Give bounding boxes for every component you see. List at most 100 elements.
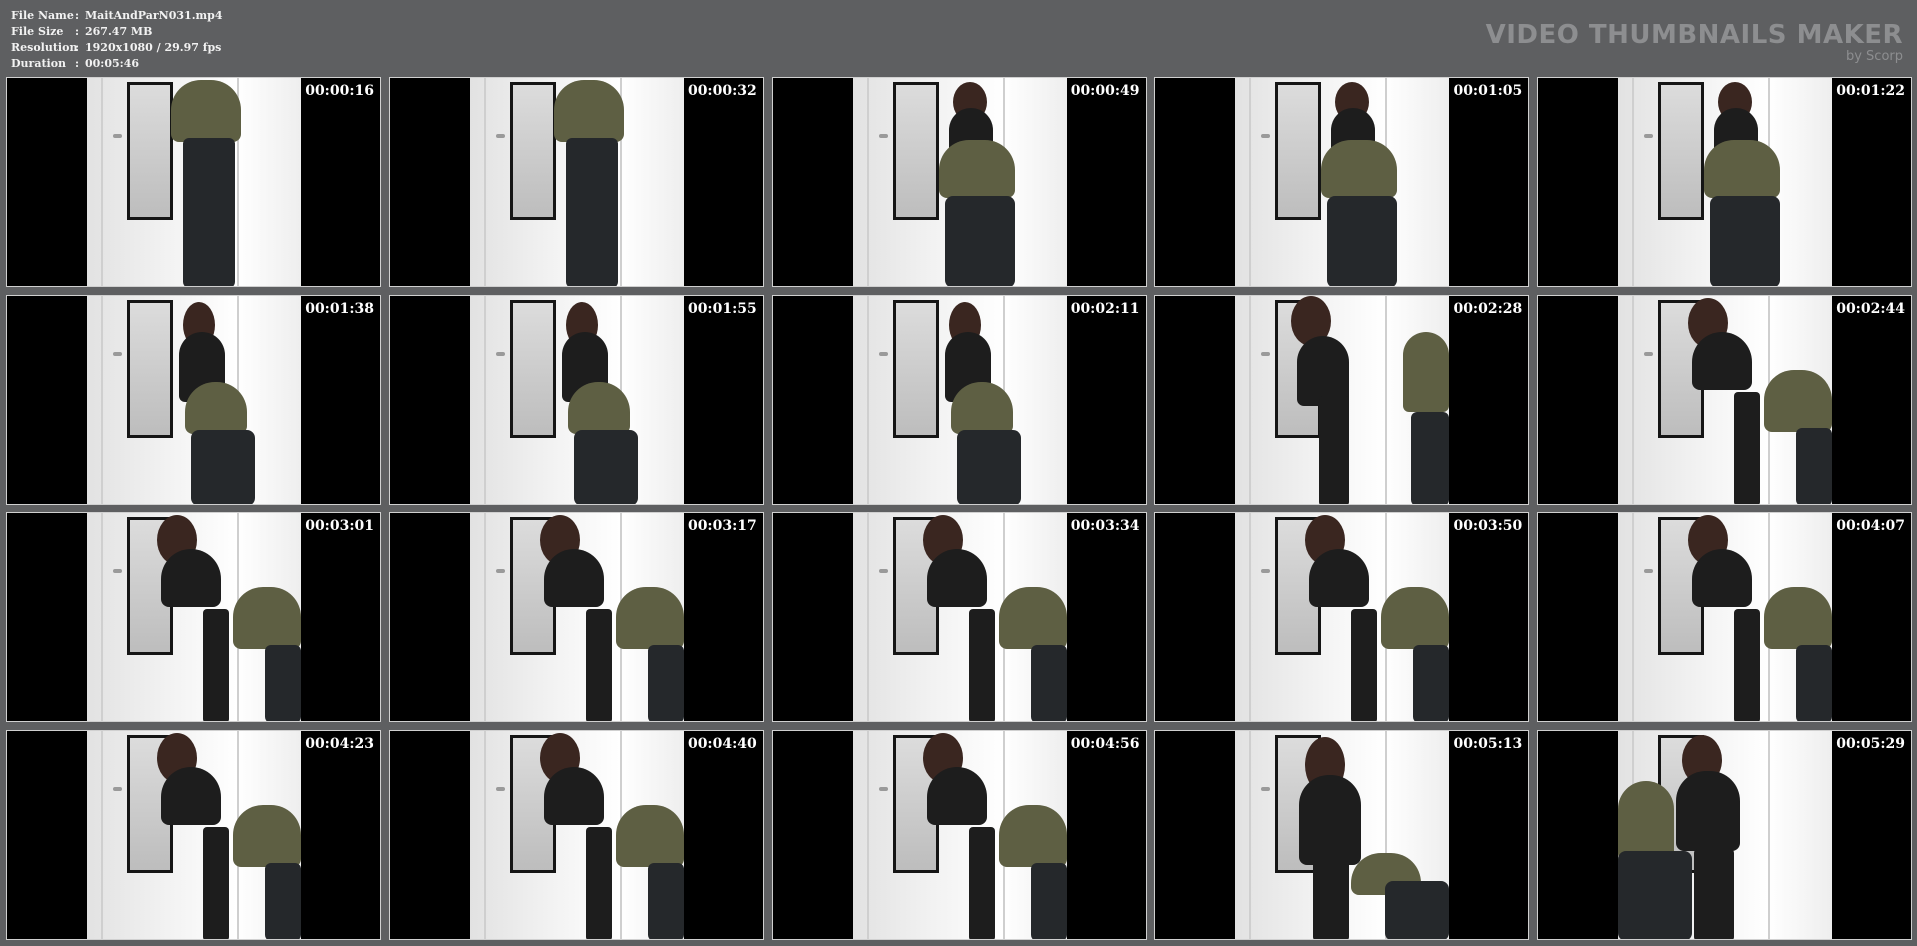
door-handle <box>113 134 122 138</box>
video-frame <box>852 730 1067 939</box>
man-legs <box>183 138 235 286</box>
man-legs <box>1030 645 1067 721</box>
timestamp-label: 00:04:56 <box>1070 735 1140 752</box>
thumbnail[interactable]: 00:01:22 <box>1537 77 1912 287</box>
door-handle <box>878 786 888 791</box>
door-edge <box>101 78 103 286</box>
man-torso <box>950 381 1013 434</box>
door-handle <box>1261 134 1271 138</box>
info-value: 267.47 MB <box>85 25 153 38</box>
thumbnail[interactable]: 00:03:01 <box>6 512 381 722</box>
video-frame <box>469 78 684 286</box>
thumbnail[interactable]: 00:05:29 <box>1537 729 1912 940</box>
thumbnail[interactable]: 00:02:44 <box>1537 294 1912 505</box>
thumbnail[interactable]: 00:02:11 <box>771 294 1147 505</box>
door-handle <box>113 569 122 573</box>
woman-legs <box>1313 860 1350 939</box>
thumbnail[interactable]: 00:01:38 <box>6 294 381 505</box>
info-label: File Size <box>11 25 64 38</box>
man-legs <box>573 429 638 504</box>
man-torso <box>1618 780 1674 861</box>
video-frame <box>1618 295 1832 504</box>
man-torso <box>1704 140 1780 198</box>
man-torso <box>185 381 247 434</box>
mirror <box>509 82 556 220</box>
door-handle <box>1644 569 1653 573</box>
door-handle <box>495 786 505 791</box>
woman-legs <box>203 826 229 939</box>
door-handle <box>1644 134 1653 138</box>
man-torso <box>171 80 241 142</box>
info-label: Duration <box>11 57 67 70</box>
man-legs <box>265 645 301 721</box>
woman-body <box>1692 549 1752 607</box>
man-torso <box>1381 587 1450 649</box>
brand-subtitle: by Scorp <box>1845 49 1903 64</box>
timestamp-label: 00:03:17 <box>687 518 757 534</box>
door-edge <box>483 513 486 721</box>
thumbnail[interactable]: 00:04:40 <box>388 729 764 940</box>
door-handle <box>878 569 888 573</box>
info-value: 1920x1080 / 29.97 fps <box>85 41 222 54</box>
timestamp-label: 00:05:13 <box>1453 735 1523 752</box>
thumbnail[interactable]: 00:04:07 <box>1537 512 1912 722</box>
door-handle <box>495 134 505 138</box>
door-edge <box>101 730 103 939</box>
info-label: File Name <box>11 9 74 22</box>
woman-body <box>543 766 604 825</box>
door-edge <box>866 730 869 939</box>
video-frame <box>87 513 301 721</box>
man-legs <box>565 138 618 286</box>
video-frame <box>852 295 1067 504</box>
timestamp-label: 00:04:07 <box>1836 518 1905 534</box>
mirror <box>1275 82 1322 220</box>
door-handle <box>495 569 505 573</box>
video-frame <box>1618 513 1832 721</box>
man-legs <box>647 645 684 721</box>
mirror <box>127 299 173 438</box>
man-legs <box>1413 645 1450 721</box>
thumbnail[interactable]: 00:05:13 <box>1154 729 1530 940</box>
door-edge <box>1385 295 1388 504</box>
info-row: Resolution:1920x1080 / 29.97 fps <box>11 40 223 56</box>
timestamp-label: 00:04:40 <box>687 735 757 752</box>
timestamp-label: 00:05:29 <box>1836 735 1905 752</box>
door-edge <box>1249 78 1252 286</box>
woman-body <box>1309 549 1370 607</box>
man-legs <box>1411 411 1450 504</box>
man-torso <box>553 80 624 142</box>
thumbnail[interactable]: 00:03:17 <box>388 512 764 722</box>
mirror <box>1658 82 1704 220</box>
door-handle <box>113 786 122 791</box>
mirror <box>892 82 939 220</box>
thumbnail[interactable]: 00:03:50 <box>1154 512 1530 722</box>
door-handle <box>113 351 122 356</box>
timestamp-label: 00:04:23 <box>305 735 374 752</box>
woman-body <box>926 549 987 607</box>
mirror <box>509 299 556 438</box>
thumbnail[interactable]: 00:00:49 <box>771 77 1147 287</box>
timestamp-label: 00:02:11 <box>1070 300 1140 317</box>
thumbnail[interactable]: 00:00:16 <box>6 77 381 287</box>
man-legs <box>1030 862 1067 939</box>
brand-title: VIDEO THUMBNAILS MAKER <box>1485 20 1903 50</box>
info-separator: : <box>75 41 80 54</box>
timestamp-label: 00:00:16 <box>305 83 374 99</box>
thumbnail[interactable]: 00:00:32 <box>388 77 764 287</box>
thumbnail[interactable]: 00:01:05 <box>1154 77 1530 287</box>
woman-body <box>161 549 221 607</box>
video-frame <box>1235 730 1450 939</box>
thumbnail[interactable]: 00:03:34 <box>771 512 1147 722</box>
thumbnail[interactable]: 00:04:56 <box>771 729 1147 940</box>
man-legs <box>647 862 684 939</box>
thumbnail[interactable]: 00:04:23 <box>6 729 381 940</box>
video-frame <box>87 295 301 504</box>
thumbnail[interactable]: 00:01:55 <box>388 294 764 505</box>
door-edge <box>483 730 486 939</box>
door-handle <box>1261 569 1271 573</box>
thumbnail[interactable]: 00:02:28 <box>1154 294 1530 505</box>
door-edge <box>866 295 869 504</box>
info-value: MaitAndParN031.mp4 <box>85 9 223 22</box>
info-value: 00:05:46 <box>85 57 140 70</box>
info-label: Resolution <box>11 41 78 54</box>
